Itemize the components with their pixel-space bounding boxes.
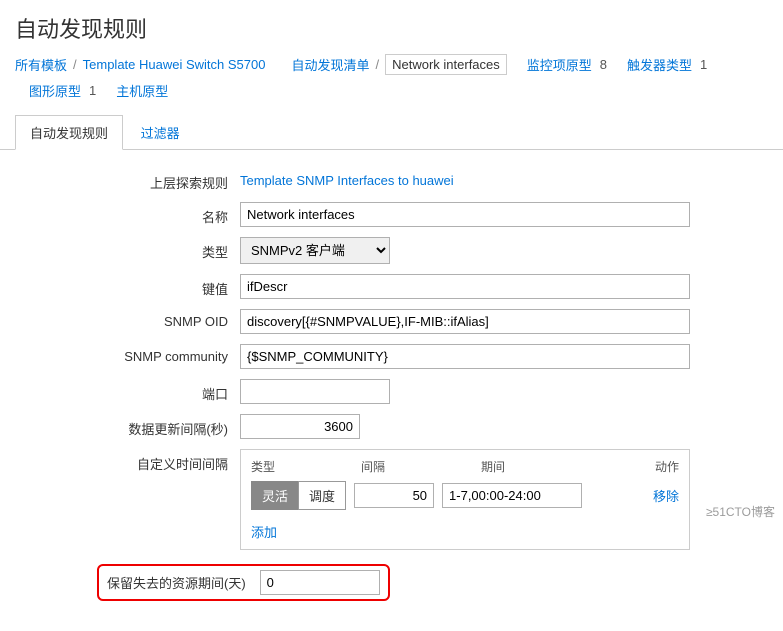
update-interval-input[interactable] <box>240 414 360 439</box>
stat-graph-count: 1 <box>89 83 96 98</box>
header-interval: 间隔 <box>361 458 481 475</box>
key-input[interactable] <box>240 274 690 299</box>
row-key: 键值 <box>15 274 768 299</box>
header-period: 期间 <box>481 458 631 475</box>
page-title: 自动发现规则 <box>15 12 768 44</box>
flex-button[interactable]: 灵活 <box>251 481 298 510</box>
stat-monitor-count: 8 <box>600 57 607 72</box>
port-input[interactable] <box>240 379 390 404</box>
label-port: 端口 <box>15 379 240 403</box>
row-custom-interval: 自定义时间间隔 类型 间隔 期间 动作 灵活 调度 移除 <box>15 449 768 550</box>
sched-button[interactable]: 调度 <box>298 481 346 510</box>
stat-host-proto[interactable]: 主机原型 <box>116 81 168 100</box>
label-name: 名称 <box>15 202 240 226</box>
row-port: 端口 <box>15 379 768 404</box>
label-keep-lost: 保留失去的资源期间(天) <box>107 573 250 592</box>
form-area: 上层探索规则 Template SNMP Interfaces to huawe… <box>0 150 783 631</box>
header-type: 类型 <box>251 458 361 475</box>
name-input[interactable] <box>240 202 690 227</box>
label-type: 类型 <box>15 237 240 261</box>
row-type: 类型 SNMPv2 客户端 <box>15 237 768 264</box>
stat-graph-proto[interactable]: 图形原型 <box>29 81 81 100</box>
period-input[interactable] <box>442 483 582 508</box>
row-name: 名称 <box>15 202 768 227</box>
label-oid: SNMP OID <box>15 309 240 329</box>
label-custom-interval: 自定义时间间隔 <box>15 449 240 473</box>
watermark: ≥51CTO博客 <box>706 503 775 520</box>
breadcrumb: 所有模板 / Template Huawei Switch S5700 自动发现… <box>0 54 783 110</box>
label-community: SNMP community <box>15 344 240 364</box>
breadcrumb-current: Network interfaces <box>385 54 507 75</box>
breadcrumb-sep: / <box>73 57 77 72</box>
type-toggle: 灵活 调度 <box>251 481 346 510</box>
stat-monitor-proto[interactable]: 监控项原型 <box>527 55 592 74</box>
row-update-interval: 数据更新间隔(秒) <box>15 414 768 439</box>
add-link[interactable]: 添加 <box>251 522 277 541</box>
row-parent: 上层探索规则 Template SNMP Interfaces to huawe… <box>15 168 768 192</box>
interval-box: 类型 间隔 期间 动作 灵活 调度 移除 添加 <box>240 449 690 550</box>
label-update-interval: 数据更新间隔(秒) <box>15 414 240 438</box>
row-oid: SNMP OID <box>15 309 768 334</box>
tab-filter[interactable]: 过滤器 <box>127 116 194 149</box>
community-input[interactable] <box>240 344 690 369</box>
breadcrumb-discovery-list[interactable]: 自动发现清单 <box>291 55 369 74</box>
stat-trigger-count: 1 <box>700 57 707 72</box>
interval-headers: 类型 间隔 期间 动作 <box>251 458 679 475</box>
interval-input[interactable] <box>354 483 434 508</box>
row-community: SNMP community <box>15 344 768 369</box>
stat-trigger-proto[interactable]: 触发器类型 <box>627 55 692 74</box>
breadcrumb-sep: / <box>375 57 379 72</box>
label-parent: 上层探索规则 <box>15 168 240 192</box>
label-key: 键值 <box>15 274 240 298</box>
keep-lost-highlight: 保留失去的资源期间(天) <box>97 564 390 601</box>
row-keep-lost: 保留失去的资源期间(天) <box>15 564 768 601</box>
parent-link[interactable]: Template SNMP Interfaces to huawei <box>240 168 454 188</box>
header-action: 动作 <box>631 458 679 475</box>
interval-row: 灵活 调度 移除 <box>251 481 679 510</box>
remove-link[interactable]: 移除 <box>653 486 679 505</box>
tab-rule[interactable]: 自动发现规则 <box>15 115 123 150</box>
page-header: 自动发现规则 <box>0 0 783 54</box>
type-select[interactable]: SNMPv2 客户端 <box>240 237 390 264</box>
breadcrumb-all-templates[interactable]: 所有模板 <box>15 55 67 74</box>
keep-lost-input[interactable] <box>260 570 380 595</box>
tabs: 自动发现规则 过滤器 <box>0 114 783 150</box>
oid-input[interactable] <box>240 309 690 334</box>
breadcrumb-template[interactable]: Template Huawei Switch S5700 <box>83 57 266 72</box>
